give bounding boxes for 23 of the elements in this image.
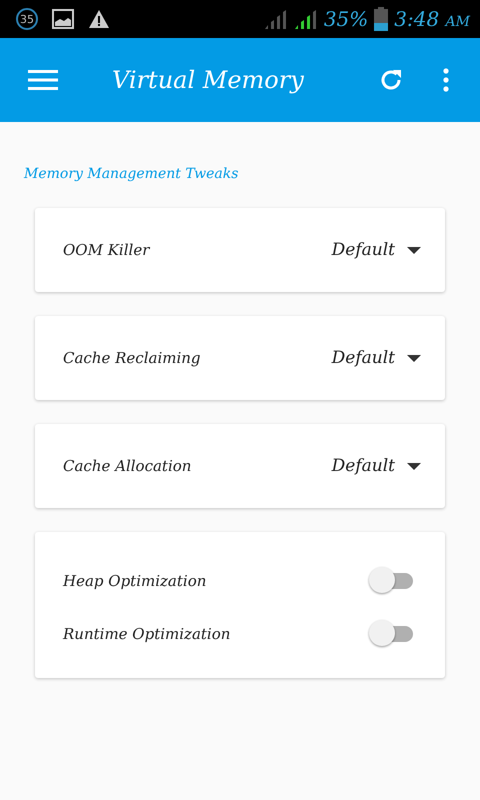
setting-label: Cache Reclaiming xyxy=(63,349,201,367)
warning-icon xyxy=(88,9,110,29)
menu-icon[interactable] xyxy=(28,69,58,91)
dropdown-arrow-icon xyxy=(407,246,421,254)
signal-icon xyxy=(294,8,318,30)
dropdown-arrow-icon xyxy=(407,354,421,362)
setting-label: Heap Optimization xyxy=(63,572,206,590)
battery-icon xyxy=(374,7,388,31)
signal-icon xyxy=(264,8,288,30)
more-options-icon[interactable] xyxy=(442,67,450,93)
setting-label: Runtime Optimization xyxy=(63,624,230,642)
clock: 3:48 AM xyxy=(394,7,470,31)
notification-badge: 35 xyxy=(16,8,38,30)
battery-percent: 35% xyxy=(324,7,368,31)
setting-label: OOM Killer xyxy=(63,241,150,259)
dropdown-arrow-icon xyxy=(407,462,421,470)
setting-label: Cache Allocation xyxy=(63,457,192,475)
dropdown[interactable]: Default xyxy=(332,348,421,368)
dropdown[interactable]: Default xyxy=(332,456,421,476)
image-icon xyxy=(52,9,74,29)
section-header: Memory Management Tweaks xyxy=(24,166,240,182)
screen-title: Virtual Memory xyxy=(112,66,305,94)
dropdown[interactable]: Default xyxy=(332,240,421,260)
